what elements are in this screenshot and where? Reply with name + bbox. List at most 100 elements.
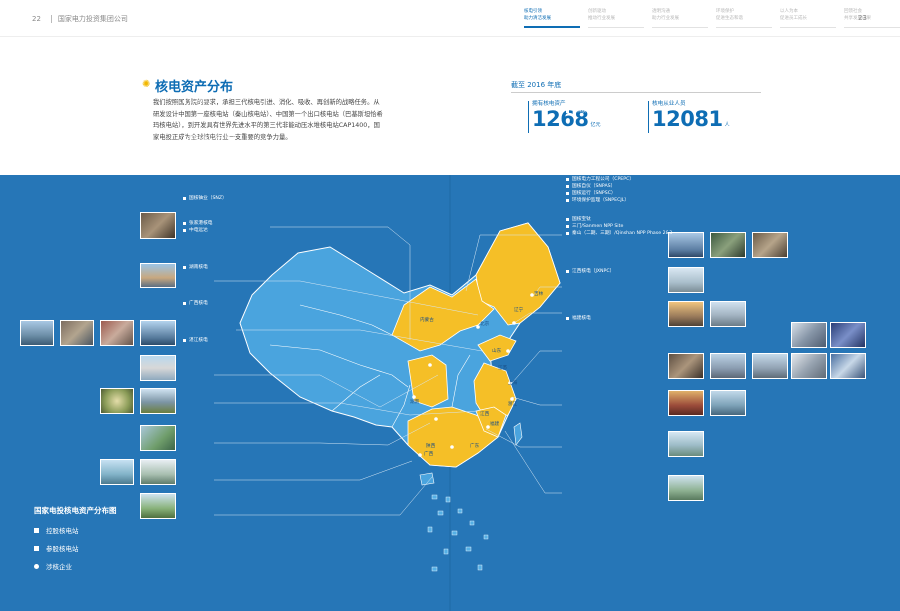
tab-chapter-2[interactable]: 创新驱动 推动行业发展 (588, 8, 644, 28)
south-china-sea-islands (427, 494, 489, 572)
stat-value: 12081 (652, 107, 723, 131)
photo-snwzh-1 (668, 301, 704, 327)
square-marker-icon (566, 192, 569, 195)
left-label-group: 国核铀业（SNZ） (183, 195, 227, 202)
square-marker-icon (183, 302, 186, 305)
square-marker-icon (183, 222, 186, 225)
province-label: 北京 (480, 322, 490, 327)
photo-shandong-1 (20, 320, 54, 346)
site-label: 广西核电 (183, 300, 208, 307)
photo-shandong-2 (60, 320, 94, 346)
photo-jilin (668, 267, 704, 293)
stats-as-of: 截至 2016 年底 (511, 81, 562, 89)
site-label: 山东院（SDEPCI） (183, 149, 262, 156)
company-name: 国家电力投资集团公司 (57, 15, 128, 23)
site-label: 荣成/Sanwan NPP Unit & 2 (566, 141, 637, 148)
stat-employees: 核电从业人员 12081 人 (648, 99, 730, 133)
square-marker-icon (566, 225, 569, 228)
province-label: 江苏 (498, 366, 508, 371)
left-label-group: 湛江核电 (183, 337, 208, 344)
province-label: 浙江 (508, 402, 518, 407)
tab-chapter-5[interactable]: 以人为本 促进员工成长 (780, 8, 836, 28)
site-label: 海阳/Haiyang NPP Site (183, 163, 262, 170)
left-label-group: 山东核电（SDNPC） 国核设备（SNPEMC） 国核示范（SNPDP） 山东院（SD… (183, 128, 262, 170)
right-label-group: 吉林核电 (566, 108, 591, 115)
photo-fuel-plant (140, 212, 176, 239)
legend-title: 国家电投核电资产分布图 (34, 506, 117, 515)
site-label: 江西核电（JXNPC） (566, 268, 614, 275)
site-label: 秦山（二期、三期）/Qinshan NPP Phase 2&3 (566, 230, 672, 237)
photo-snwzh-2 (710, 301, 746, 327)
tab-chapter-1[interactable]: 核电引领 助力清洁发展 (524, 8, 580, 28)
photo-snerdi-1 (791, 322, 827, 348)
photo-zhangjiagang-2 (140, 388, 176, 414)
stats-divider (511, 92, 761, 93)
site-label: 国核锆铪理化公司（SNWZH） (566, 134, 637, 141)
right-label-group: 福建核电 (566, 315, 591, 322)
square-marker-icon (183, 137, 186, 140)
photo-snerdi-3 (668, 353, 704, 379)
photo-sanmen-1 (668, 390, 704, 416)
square-marker-icon (183, 51, 186, 54)
site-label: 国核爱克（JV） (566, 77, 635, 84)
site-label: 上海院工院（SNERDI） (566, 155, 634, 162)
right-label-group: 江西核电（JXNPC） (566, 268, 614, 275)
photo-snptc-2 (710, 232, 746, 258)
site-label: 三门/Sanmen NPP Site (566, 223, 672, 230)
site-label: 国核电力工程公司（CPEPC） (566, 176, 634, 183)
stat-label: 核电从业人员 (652, 101, 686, 107)
map-panel: 国家电投核电资产分布图 控股核电站 参股核电站 涉核企业 中钢和合核燃料元件股份… (0, 50, 900, 611)
stat-assets: 拥有核电资产 1268 亿元 (528, 99, 601, 133)
site-label: 国核运行（SNPSC） (566, 190, 634, 197)
left-label-group: 中钢和合核燃料元件股份公司（参股） (183, 49, 269, 56)
atom-icon: ✺ (142, 79, 151, 90)
square-marker-icon (566, 65, 569, 68)
site-label: 国核工程（SNPEC） (566, 169, 634, 176)
square-marker-icon (566, 270, 569, 273)
site-label: 国核示范（SNPDP） (183, 142, 262, 149)
photo-snerdi-4 (710, 353, 746, 379)
square-marker-icon (183, 266, 186, 269)
site-label: 中电远达 (183, 227, 212, 234)
map-legend: 国家电投核电资产分布图 控股核电站 参股核电站 涉核企业 (34, 505, 117, 579)
page-number-right: 23 (858, 14, 867, 22)
photo-snptc-3 (752, 232, 788, 258)
photo-shandong-3 (100, 320, 134, 346)
province-label: 吉林 (534, 292, 544, 297)
square-marker-icon (566, 110, 569, 113)
site-label: 辽宁核电 (183, 98, 212, 105)
province-label: 内蒙古 (420, 318, 434, 323)
site-label: 国核自仪（SNPAS） (566, 183, 634, 190)
photo-zhangjiagang-1 (100, 388, 134, 414)
tab-chapter-4[interactable]: 环境保护 促进生态和谐 (716, 8, 772, 28)
section-title: 核电资产分布 (155, 80, 234, 95)
header-divider (0, 36, 900, 37)
square-marker-icon (566, 232, 569, 235)
square-marker-icon (183, 158, 186, 161)
site-label: 吉林核电 (566, 108, 591, 115)
province-label: 上海 (508, 381, 518, 386)
site-label: 环境保护监理（SNPECJL） (566, 197, 634, 204)
site-label: 红沿河核电 (183, 105, 212, 112)
site-label: 山东核电（SDNPC） (183, 128, 262, 135)
square-marker-icon (566, 171, 569, 174)
stat-unit: 亿元 (590, 122, 601, 128)
photo-zhanjiang (140, 493, 176, 519)
tab-chapter-6[interactable]: 回馈社会 共享发展成果 (844, 8, 900, 28)
report-spread: 22 国家电力投资集团公司 核电引领 助力清洁发展 创新驱动 推动行业发展 透明沟通 助力行… (0, 0, 900, 611)
province-label: 广东 (470, 444, 480, 449)
square-marker-icon (183, 197, 186, 200)
square-marker-icon (566, 218, 569, 221)
square-marker-icon (566, 136, 569, 139)
right-label-group: 上海院工院（SNERDI） 上海成套院（SPERI） 国核工程（SNPEC） 国核电力… (566, 155, 634, 204)
province-label: 辽宁 (514, 308, 524, 313)
square-marker-icon (34, 545, 39, 551)
tab-chapter-3[interactable]: 透明沟通 助力行业发展 (652, 8, 708, 28)
left-label-group: 广西核电 (183, 300, 208, 307)
photo-guangxi-1 (100, 459, 134, 485)
square-marker-icon (183, 100, 186, 103)
photo-sanmen-2 (710, 390, 746, 416)
square-marker-icon (566, 143, 569, 146)
left-label-group: 湖南核电 (183, 264, 208, 271)
right-label-group: 国核锆铪理化公司（SNWZH） 荣成/Sanwan NPP Unit & 2 (566, 134, 637, 148)
